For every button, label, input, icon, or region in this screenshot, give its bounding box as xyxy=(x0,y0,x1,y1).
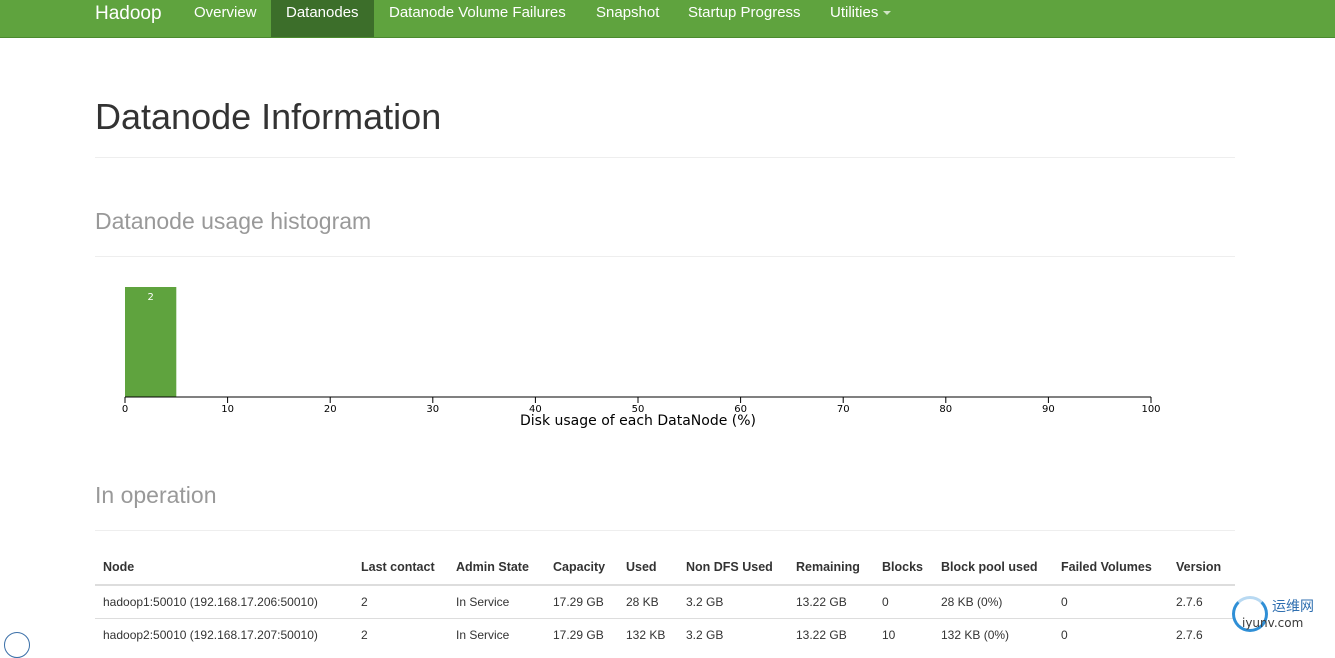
x-tick-label: 30 xyxy=(426,404,439,415)
cell-used: 132 KB xyxy=(618,617,678,651)
cell-blocks: 10 xyxy=(874,617,933,651)
x-tick-label: 20 xyxy=(324,404,337,415)
table-row: hadoop1:50010 (192.168.17.206:50010) 2 I… xyxy=(95,584,1235,618)
column-header-capacity[interactable]: Capacity xyxy=(545,550,618,586)
watermark-cn-text: 运维网 xyxy=(1272,599,1314,615)
column-header-block-pool-used[interactable]: Block pool used xyxy=(933,550,1053,586)
nav-snapshot[interactable]: Snapshot xyxy=(581,0,674,37)
chevron-down-icon xyxy=(883,11,892,16)
cell-used: 28 KB xyxy=(618,584,678,618)
column-header-non-dfs-used[interactable]: Non DFS Used xyxy=(678,550,788,586)
cell-blocks: 0 xyxy=(874,584,933,618)
cell-admin-state: In Service xyxy=(448,617,545,651)
cell-capacity: 17.29 GB xyxy=(545,617,618,651)
column-header-node[interactable]: Node xyxy=(95,550,353,586)
histogram-bar-label: 2 xyxy=(147,292,153,303)
cell-block-pool-used: 132 KB (0%) xyxy=(933,617,1053,651)
x-tick-label: 100 xyxy=(1141,404,1160,415)
nav-utilities-dropdown[interactable]: Utilities xyxy=(815,0,906,37)
cell-remaining: 13.22 GB xyxy=(788,584,874,618)
cell-non-dfs-used: 3.2 GB xyxy=(678,617,788,651)
cell-version: 2.7.6 xyxy=(1168,584,1235,618)
cell-version: 2.7.6 xyxy=(1168,617,1235,651)
x-axis-title: Disk usage of each DataNode (%) xyxy=(520,413,756,429)
column-header-last-contact[interactable]: Last contact xyxy=(353,550,448,586)
column-header-remaining[interactable]: Remaining xyxy=(788,550,874,586)
histogram-bar xyxy=(125,287,177,397)
cell-non-dfs-used: 3.2 GB xyxy=(678,584,788,618)
brand-logo[interactable]: Hadoop xyxy=(95,3,162,25)
x-tick-label: 70 xyxy=(837,404,850,415)
cell-failed-volumes: 0 xyxy=(1053,617,1168,651)
usage-histogram-chart: 2 0 10 20 30 40 50 60 70 80 90 100 Disk usage of e… xyxy=(122,287,1161,429)
cell-failed-volumes: 0 xyxy=(1053,584,1168,618)
cell-node: hadoop2:50010 (192.168.17.207:50010) xyxy=(95,617,353,651)
title-divider xyxy=(95,157,1235,158)
cell-last-contact: 2 xyxy=(353,584,448,618)
operation-divider xyxy=(95,530,1235,531)
corner-circle-icon xyxy=(4,632,30,658)
x-tick-label: 90 xyxy=(1042,404,1055,415)
cell-remaining: 13.22 GB xyxy=(788,617,874,651)
operation-section-title: In operation xyxy=(95,482,217,508)
column-header-version[interactable]: Version xyxy=(1168,550,1235,586)
nav-datanodes[interactable]: Datanodes xyxy=(271,0,374,37)
column-header-failed-volumes[interactable]: Failed Volumes xyxy=(1053,550,1168,586)
column-header-admin-state[interactable]: Admin State xyxy=(448,550,545,586)
table-header-row: Node Last contact Admin State Capacity U… xyxy=(95,550,1235,586)
site-watermark-logo: 运维网 iyunv.com xyxy=(1232,594,1332,640)
nav-datanode-volume-failures[interactable]: Datanode Volume Failures xyxy=(374,0,581,37)
x-tick-label: 10 xyxy=(221,404,234,415)
column-header-used[interactable]: Used xyxy=(618,550,678,586)
cell-node: hadoop1:50010 (192.168.17.206:50010) xyxy=(95,584,353,618)
page-title: Datanode Information xyxy=(95,96,442,137)
cell-block-pool-used: 28 KB (0%) xyxy=(933,584,1053,618)
histogram-bars: 2 xyxy=(125,287,177,397)
table-row: hadoop2:50010 (192.168.17.207:50010) 2 I… xyxy=(95,617,1235,651)
nav-startup-progress[interactable]: Startup Progress xyxy=(673,0,816,37)
nav-overview[interactable]: Overview xyxy=(179,0,272,37)
nav-utilities-label: Utilities xyxy=(830,4,879,21)
histogram-section-title: Datanode usage histogram xyxy=(95,208,372,234)
top-navbar: Hadoop Overview Datanodes Datanode Volum… xyxy=(0,0,1335,38)
column-header-blocks[interactable]: Blocks xyxy=(874,550,933,586)
watermark-url-text: iyunv.com xyxy=(1242,616,1304,630)
cell-capacity: 17.29 GB xyxy=(545,584,618,618)
datanode-table: Node Last contact Admin State Capacity U… xyxy=(95,550,1235,651)
histogram-divider xyxy=(95,256,1235,257)
x-tick-label: 0 xyxy=(122,404,128,415)
x-tick-label: 80 xyxy=(939,404,952,415)
cell-last-contact: 2 xyxy=(353,617,448,651)
cell-admin-state: In Service xyxy=(448,584,545,618)
